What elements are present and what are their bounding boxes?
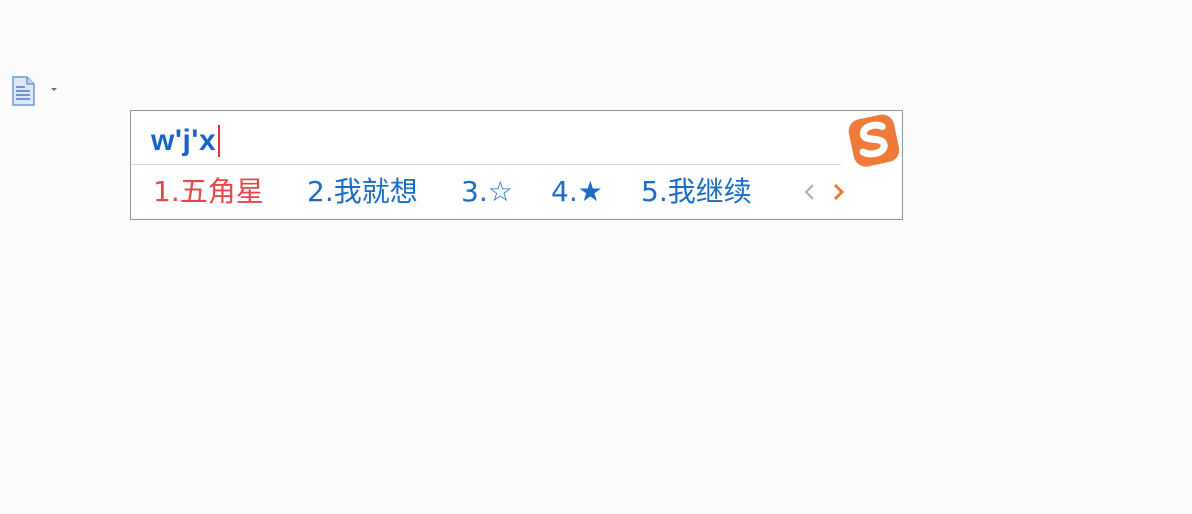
text-caret — [218, 125, 221, 157]
document-icon — [12, 76, 35, 106]
candidate-index: 3. — [461, 175, 488, 208]
composition-text: w'j'x — [151, 124, 217, 157]
sogou-logo-icon[interactable] — [841, 111, 903, 171]
candidate-index: 5. — [641, 175, 668, 208]
candidate-2[interactable]: 2.我就想 — [307, 169, 461, 215]
candidate-text: 我就想 — [333, 175, 418, 208]
candidate-text: ☆ — [487, 175, 513, 208]
candidate-5[interactable]: 5.我继续 — [641, 169, 801, 215]
candidate-3[interactable]: 3.☆ — [461, 169, 551, 215]
divider — [131, 164, 841, 165]
candidate-text: ★ — [577, 175, 603, 208]
candidate-1[interactable]: 1.五角星 — [153, 169, 307, 215]
ime-candidate-window: w'j'x 1.五角星 2.我就想 3.☆ 4.★ 5.我继续 — [130, 110, 903, 220]
candidate-text: 我继续 — [667, 175, 752, 208]
candidate-index: 4. — [551, 175, 578, 208]
caret-down-icon[interactable] — [49, 84, 59, 94]
candidate-4[interactable]: 4.★ — [551, 169, 641, 215]
composition-area[interactable]: w'j'x — [151, 121, 221, 161]
chevron-left-icon[interactable] — [799, 179, 821, 205]
chevron-right-icon[interactable] — [827, 179, 849, 205]
candidate-list: 1.五角星 2.我就想 3.☆ 4.★ 5.我继续 — [153, 169, 801, 215]
candidate-text: 五角星 — [179, 175, 264, 208]
candidate-index: 1. — [153, 175, 180, 208]
document-toolbar-button[interactable] — [8, 76, 72, 108]
candidate-index: 2. — [307, 175, 334, 208]
